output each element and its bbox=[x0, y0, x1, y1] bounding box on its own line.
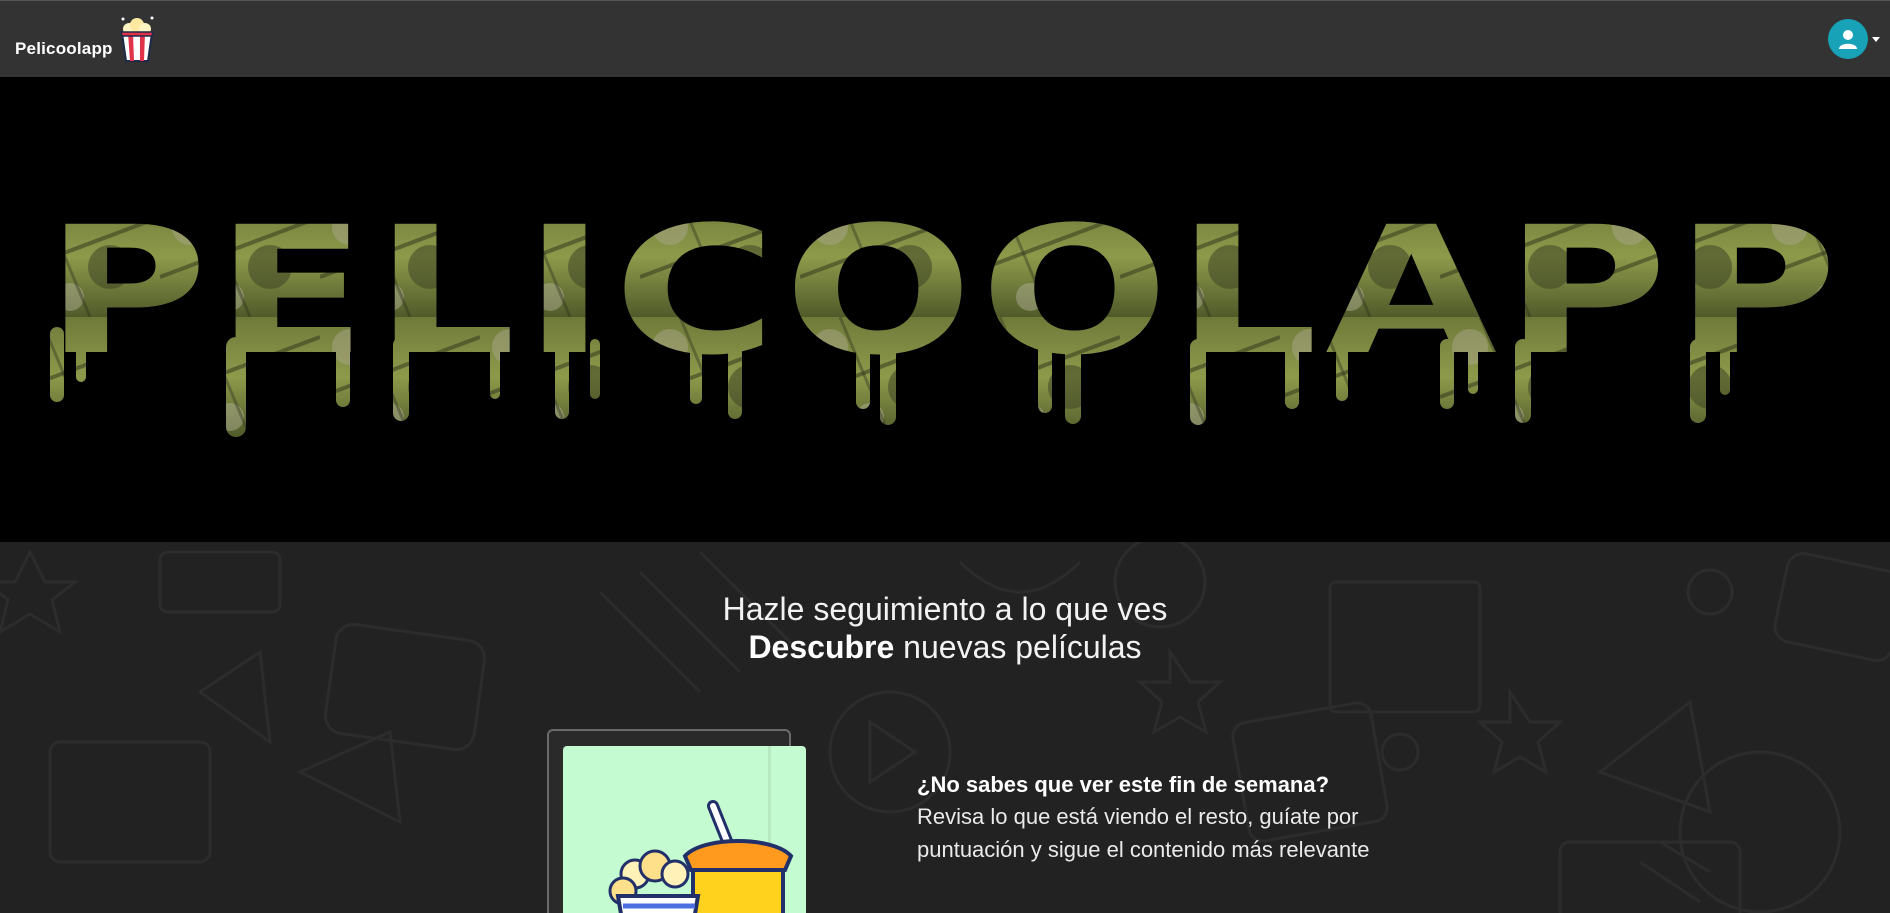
hero-banner: PELICOOLAPP bbox=[0, 77, 1890, 542]
brand-name: Pelicoolapp bbox=[15, 39, 113, 58]
intro-line-1: Hazle seguimiento a lo que ves bbox=[722, 591, 1168, 627]
chevron-down-icon bbox=[1872, 36, 1880, 42]
intro-line-2-rest: nuevas películas bbox=[894, 629, 1142, 665]
user-avatar-icon[interactable] bbox=[1828, 19, 1868, 59]
hero-title: PELICOOLAPP bbox=[45, 189, 1845, 394]
intro-line-2: Descubre nuevas películas bbox=[0, 628, 1890, 666]
feature-text-block: ¿No sabes que ver este fin de semana? Re… bbox=[917, 770, 1377, 866]
content-section: Hazle seguimiento a lo que ves Descubre … bbox=[0, 542, 1890, 913]
brand-link[interactable]: Pelicoolapp bbox=[15, 15, 157, 63]
feature-title: ¿No sabes que ver este fin de semana? bbox=[917, 772, 1330, 797]
feature-illustration-card bbox=[547, 729, 806, 913]
feature-description: Revisa lo que está viendo el resto, guía… bbox=[917, 804, 1370, 862]
intro-line-2-bold: Descubre bbox=[748, 629, 895, 665]
top-navbar: Pelicoolapp bbox=[0, 0, 1890, 77]
hero-title-graphic: PELICOOLAPP bbox=[45, 189, 1845, 437]
user-menu-dropdown[interactable] bbox=[1828, 19, 1880, 59]
popcorn-and-soda-icon bbox=[563, 746, 806, 913]
popcorn-bucket-icon bbox=[117, 15, 157, 63]
intro-tagline: Hazle seguimiento a lo que ves Descubre … bbox=[0, 590, 1890, 666]
